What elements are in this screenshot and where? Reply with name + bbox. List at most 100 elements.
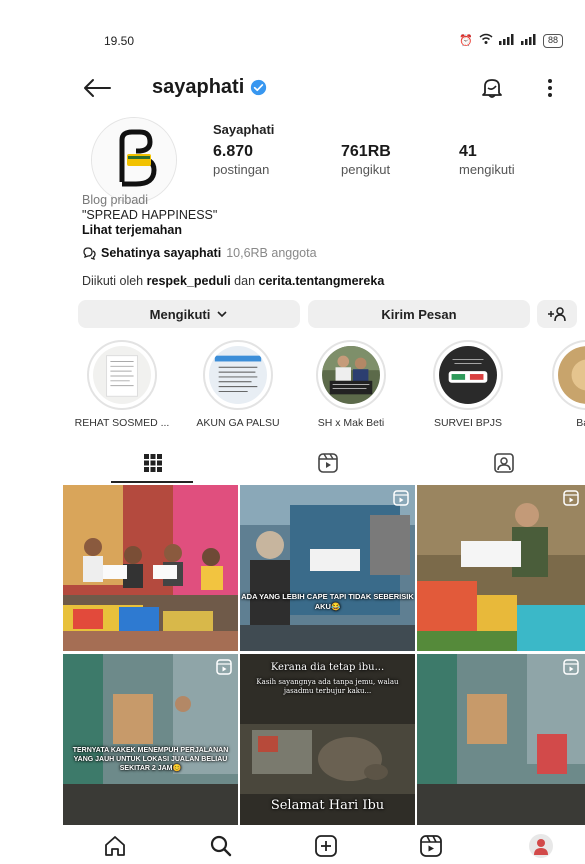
tagged-person-icon [494, 453, 514, 473]
post-caption: ADA YANG LEBIH CAPE TAPI TIDAK SEBERISIK… [241, 592, 414, 611]
battery-icon: 88 [542, 33, 563, 48]
verified-badge-icon [251, 79, 267, 96]
community-name: Sehatinya sayaphati [101, 246, 222, 260]
nav-home[interactable] [102, 833, 128, 859]
reel-thumbnail[interactable] [417, 654, 585, 825]
post-image [417, 654, 585, 825]
post-thumbnail[interactable] [63, 485, 238, 651]
followers-count: 761RB [341, 143, 391, 160]
tab-tagged[interactable] [489, 443, 519, 483]
followed-by-prefix: Diikuti oleh [82, 274, 147, 288]
bottom-navigation [0, 828, 585, 864]
community-members: 10,6RB anggota [226, 246, 317, 260]
highlight-item[interactable]: REHAT SOSMED ... [62, 340, 182, 429]
username-text: sayaphati [152, 76, 245, 98]
posts-grid: ADA YANG LEBIH CAPE TAPI TIDAK SEBERISIK… [63, 485, 585, 825]
reel-thumbnail[interactable] [417, 485, 585, 651]
highlight-label: Ba... [576, 417, 585, 429]
followed-by-user-2: cerita.tentangmereka [258, 274, 385, 288]
followed-by-and: dan [230, 274, 259, 288]
status-icons: ⏰ 88 [459, 33, 563, 48]
posts-count: 6.870 [213, 143, 254, 160]
highlight-item[interactable]: SURVEI BPJS [408, 340, 528, 429]
display-name: Sayaphati [213, 122, 275, 137]
story-highlights: REHAT SOSMED ... AKUN GA PALSU SH x Mak … [0, 340, 585, 430]
grid-icon [144, 454, 162, 472]
highlight-label: REHAT SOSMED ... [74, 417, 170, 429]
posts-count-stat[interactable]: 6.870 postingan [213, 143, 269, 177]
following-button[interactable]: Mengikuti [78, 300, 300, 328]
profile-tabs [63, 443, 585, 483]
post-caption-title: Kerana dia tetap ibu... [270, 662, 385, 673]
highlight-cover [209, 346, 267, 404]
highlight-cover [322, 346, 380, 404]
following-label: mengikuti [459, 162, 515, 177]
post-image [240, 485, 415, 651]
reel-thumbnail[interactable]: TERNYATA KAKEK MENEMPUH PERJALANAN YANG … [63, 654, 238, 825]
nav-create[interactable] [313, 833, 339, 859]
tab-posts-grid[interactable] [138, 443, 168, 483]
post-caption-footer: Selamat Hari Ibu [270, 798, 385, 813]
suggest-people-button[interactable] [537, 300, 577, 328]
reel-thumbnail[interactable]: ADA YANG LEBIH CAPE TAPI TIDAK SEBERISIK… [240, 485, 415, 651]
profile-header: sayaphati [0, 66, 585, 110]
following-count-stat[interactable]: 41 mengikuti [459, 143, 515, 177]
alarm-icon: ⏰ [459, 35, 473, 47]
post-caption-subtitle: Kasih sayangnya ada tanpa jemu, walau ja… [256, 678, 399, 695]
status-bar: 19.50 ⏰ 88 [0, 30, 585, 54]
nav-reels[interactable] [418, 833, 444, 859]
followed-by-user-1: respek_peduli [146, 274, 231, 288]
more-options-icon[interactable] [543, 76, 557, 100]
highlight-cover [558, 346, 585, 404]
back-arrow-icon[interactable] [82, 76, 112, 100]
username-title: sayaphati [152, 76, 267, 99]
bio-text: "SPREAD HAPPINESS" [82, 208, 218, 222]
followers-count-stat[interactable]: 761RB pengikut [341, 143, 391, 177]
posts-label: postingan [213, 162, 270, 177]
reel-badge-icon [563, 659, 579, 675]
add-person-icon [548, 307, 566, 322]
message-button-label: Kirim Pesan [381, 306, 457, 322]
profile-avatar[interactable] [91, 117, 177, 203]
community-chat-link[interactable]: Sehatinya sayaphati 10,6RB anggota [82, 246, 317, 260]
reels-icon [420, 835, 442, 857]
profile-bio: Blog pribadi "SPREAD HAPPINESS" Lihat te… [82, 193, 542, 238]
following-count: 41 [459, 143, 477, 160]
following-button-label: Mengikuti [149, 306, 211, 322]
highlight-label: SURVEI BPJS [433, 417, 503, 429]
highlight-label: AKUN GA PALSU [196, 417, 280, 429]
profile-avatar-icon [529, 834, 553, 858]
reel-badge-icon [563, 490, 579, 506]
highlight-label: SH x Mak Beti [317, 417, 385, 429]
search-icon [210, 835, 232, 857]
chevron-down-icon [217, 311, 227, 318]
see-translation-link[interactable]: Lihat terjemahan [82, 223, 542, 238]
wifi-icon [479, 33, 493, 48]
reel-badge-icon [393, 490, 409, 506]
reel-thumbnail[interactable]: Kerana dia tetap ibu... Kasih sayangnya … [240, 654, 415, 825]
highlight-cover [93, 346, 151, 404]
bio-category: Blog pribadi [82, 193, 149, 207]
followed-by[interactable]: Diikuti oleh respek_peduli dan cerita.te… [82, 274, 384, 288]
highlight-item[interactable]: AKUN GA PALSU [178, 340, 298, 429]
nav-search[interactable] [208, 833, 234, 859]
tab-reels[interactable] [313, 443, 343, 483]
signal-icon-1 [498, 33, 515, 48]
post-image [63, 654, 238, 825]
add-post-icon [315, 835, 337, 857]
home-icon [105, 836, 125, 856]
reels-icon [318, 453, 338, 473]
post-caption: TERNYATA KAKEK MENEMPUH PERJALANAN YANG … [72, 747, 229, 772]
status-time: 19.50 [104, 34, 135, 48]
highlight-item[interactable]: SH x Mak Beti [291, 340, 411, 429]
chat-bubbles-icon [83, 247, 96, 260]
active-tab-indicator [111, 481, 193, 483]
signal-icon-2 [520, 33, 537, 48]
reel-badge-icon [216, 659, 232, 675]
notification-bell-icon[interactable] [479, 75, 505, 101]
post-image [63, 485, 238, 651]
nav-profile[interactable] [528, 833, 554, 859]
highlight-item[interactable]: Ba... [527, 340, 585, 429]
message-button[interactable]: Kirim Pesan [308, 300, 530, 328]
followers-label: pengikut [341, 162, 391, 177]
